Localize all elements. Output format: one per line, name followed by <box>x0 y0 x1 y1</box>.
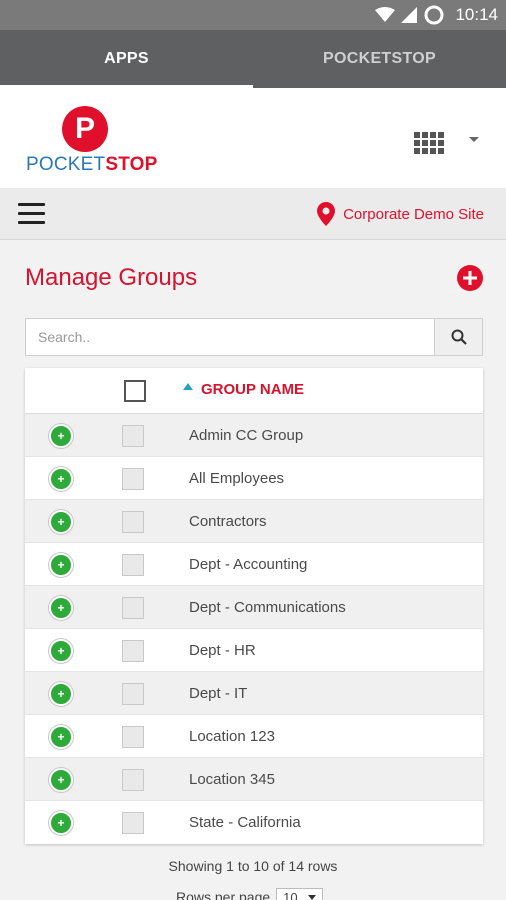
row-checkbox[interactable] <box>122 812 144 834</box>
status-time: 10:14 <box>455 5 498 24</box>
group-name-cell: Location 123 <box>189 728 275 745</box>
search-bar <box>25 318 483 356</box>
expand-row-icon[interactable]: + <box>49 682 73 706</box>
logo-text-pocket: POCKET <box>26 154 106 175</box>
row-checkbox[interactable] <box>122 511 144 533</box>
group-name-cell: Dept - IT <box>189 685 248 702</box>
wifi-icon <box>375 7 396 22</box>
site-label: Corporate Demo Site <box>343 205 484 223</box>
group-name-cell: Dept - Communications <box>189 599 346 616</box>
table-row[interactable]: + Dept - IT <box>25 672 483 715</box>
row-checkbox[interactable] <box>122 640 144 662</box>
table-row[interactable]: + Location 123 <box>25 715 483 758</box>
table-row[interactable]: + Admin CC Group <box>25 414 483 457</box>
tab-pocketstop[interactable]: POCKETSTOP <box>253 30 506 88</box>
apps-grid-icon[interactable] <box>414 132 446 158</box>
group-name-cell: Contractors <box>189 513 267 530</box>
expand-row-icon[interactable]: + <box>49 596 73 620</box>
group-name-cell: Admin CC Group <box>189 427 304 444</box>
pagination-summary: Showing 1 to 10 of 14 rows <box>168 858 338 874</box>
expand-row-icon[interactable]: + <box>49 768 73 792</box>
logo-wordmark: POCKETSTOP <box>26 154 158 176</box>
expand-row-icon[interactable]: + <box>49 424 73 448</box>
row-checkbox[interactable] <box>122 769 144 791</box>
expand-row-icon[interactable]: + <box>49 811 73 835</box>
table-row[interactable]: + All Employees <box>25 457 483 500</box>
expand-row-icon[interactable]: + <box>49 467 73 491</box>
group-name-cell: Location 345 <box>189 771 275 788</box>
row-checkbox[interactable] <box>122 468 144 490</box>
group-name-cell: All Employees <box>189 470 285 487</box>
expand-row-icon[interactable]: + <box>49 553 73 577</box>
menu-icon[interactable] <box>18 203 45 224</box>
table-row[interactable]: + Dept - Accounting <box>25 543 483 586</box>
logo-mark: P <box>62 106 108 152</box>
group-name-cell: State - California <box>189 814 301 831</box>
row-checkbox[interactable] <box>122 554 144 576</box>
page-title: Manage Groups <box>25 264 198 291</box>
chevron-down-icon[interactable] <box>469 137 479 142</box>
logo-text-stop: STOP <box>105 154 158 175</box>
chevron-down-icon <box>307 894 316 900</box>
row-checkbox[interactable] <box>122 597 144 619</box>
expand-row-icon[interactable]: + <box>49 725 73 749</box>
rows-per-page-value: 10 <box>283 889 298 900</box>
table-row[interactable]: + Location 345 <box>25 758 483 801</box>
rows-per-page-select[interactable]: 10 <box>276 888 323 900</box>
table-header: GROUP NAME <box>25 368 483 414</box>
expand-row-icon[interactable]: + <box>49 639 73 663</box>
nav-bar: Corporate Demo Site <box>0 188 506 240</box>
sort-ascending-icon[interactable] <box>183 383 193 390</box>
app-header: P POCKETSTOP <box>0 88 506 188</box>
plus-icon <box>463 271 477 285</box>
select-all-checkbox[interactable] <box>124 380 146 402</box>
pocketstop-logo[interactable]: P POCKETSTOP <box>26 106 157 176</box>
add-group-button[interactable] <box>457 265 483 291</box>
site-selector[interactable]: Corporate Demo Site <box>317 188 484 240</box>
table-body: + Admin CC Group + All Employees + Contract… <box>25 414 483 844</box>
row-checkbox[interactable] <box>122 726 144 748</box>
row-checkbox[interactable] <box>122 683 144 705</box>
search-icon <box>451 329 467 345</box>
tab-bar: APPS POCKETSTOP <box>0 30 506 88</box>
column-header-group-name[interactable]: GROUP NAME <box>201 381 304 398</box>
battery-charging-icon <box>424 5 444 25</box>
location-pin-icon <box>317 202 336 226</box>
search-input[interactable] <box>25 318 435 356</box>
table-row[interactable]: + State - California <box>25 801 483 844</box>
tab-apps[interactable]: APPS <box>0 30 253 88</box>
table-row[interactable]: + Dept - Communications <box>25 586 483 629</box>
status-bar: 10:14 <box>0 0 506 30</box>
rows-per-page-label: Rows per page <box>176 889 271 900</box>
expand-row-icon[interactable]: + <box>49 510 73 534</box>
table-row[interactable]: + Contractors <box>25 500 483 543</box>
status-icons: 10:14 <box>375 0 498 30</box>
group-name-cell: Dept - Accounting <box>189 556 308 573</box>
signal-icon <box>401 7 418 23</box>
table-row[interactable]: + Dept - HR <box>25 629 483 672</box>
row-checkbox[interactable] <box>122 425 144 447</box>
group-name-cell: Dept - HR <box>189 642 256 659</box>
rows-per-page: Rows per page 10 <box>176 888 323 900</box>
groups-table: GROUP NAME + Admin CC Group + All Employee… <box>25 368 483 844</box>
search-button[interactable] <box>435 318 483 356</box>
